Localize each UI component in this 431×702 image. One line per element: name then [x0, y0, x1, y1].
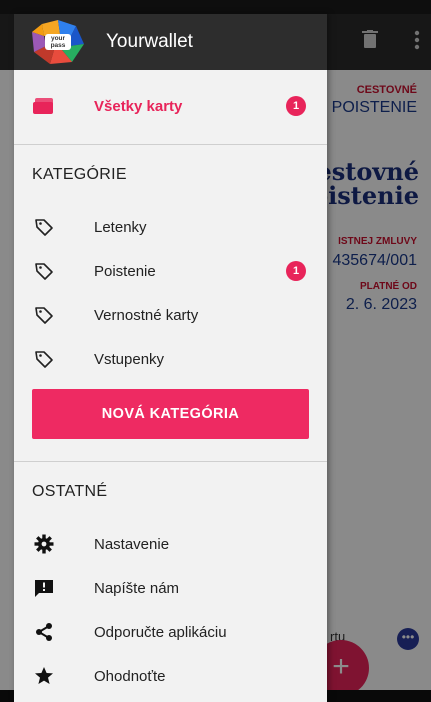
feedback-icon — [32, 576, 56, 600]
categories-title: KATEGÓRIE — [32, 166, 127, 183]
drawer-header: your pass Yourwallet — [14, 14, 327, 70]
gear-icon — [32, 532, 56, 556]
nav-item-recommend-app[interactable]: Odporučte aplikáciu — [14, 610, 327, 654]
category-item-letenky[interactable]: Letenky — [14, 205, 327, 249]
tag-icon — [32, 303, 56, 327]
nav-item-all-cards[interactable]: Všetky karty 1 — [14, 84, 327, 128]
other-title: OSTATNÉ — [32, 483, 108, 500]
category-label: Vernostné karty — [94, 306, 199, 324]
category-item-vstupenky[interactable]: Vstupenky — [14, 337, 327, 381]
navigation-drawer: your pass Yourwallet Všetky karty 1 KATE… — [14, 14, 327, 702]
nav-item-label: Napíšte nám — [94, 579, 180, 597]
app-logo: your pass — [32, 20, 84, 64]
share-icon — [32, 620, 56, 644]
nav-item-settings[interactable]: Nastavenie — [14, 522, 327, 566]
tag-icon — [32, 259, 56, 283]
category-label: Vstupenky — [94, 350, 165, 368]
nav-item-label: Odporučte aplikáciu — [94, 623, 227, 641]
nav-item-write-us[interactable]: Napíšte nám — [14, 566, 327, 610]
app-title: Yourwallet — [106, 31, 193, 52]
category-item-vernostne-karty[interactable]: Vernostné karty — [14, 293, 327, 337]
star-icon — [32, 664, 56, 688]
category-label: Letenky — [94, 218, 147, 236]
count-badge: 1 — [286, 96, 306, 116]
new-category-button[interactable]: NOVÁ KATEGÓRIA — [32, 389, 309, 439]
nav-item-rate[interactable]: Ohodnoťte — [14, 654, 327, 698]
count-badge: 1 — [286, 261, 306, 281]
category-item-poistenie[interactable]: Poistenie 1 — [14, 249, 327, 293]
nav-item-label: Ohodnoťte — [94, 667, 166, 685]
tag-icon — [32, 347, 56, 371]
tag-icon — [32, 215, 56, 239]
nav-item-label: Nastavenie — [94, 535, 170, 553]
logo-text: your pass — [50, 35, 66, 49]
nav-item-label: Všetky karty — [94, 97, 183, 115]
cards-icon — [32, 94, 56, 118]
category-label: Poistenie — [94, 262, 156, 280]
